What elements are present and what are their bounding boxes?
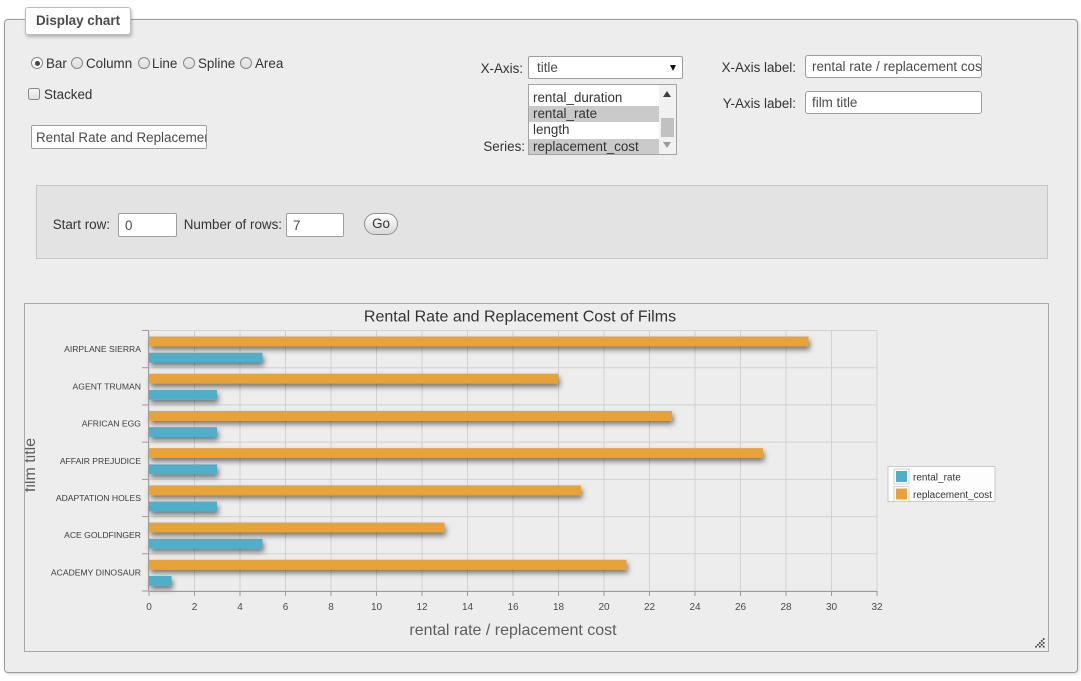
svg-text:32: 32 [871, 602, 883, 613]
svg-text:28: 28 [780, 602, 792, 613]
svg-text:2: 2 [192, 602, 198, 613]
svg-text:30: 30 [826, 602, 838, 613]
svg-text:replacement_cost: replacement_cost [913, 490, 992, 501]
svg-text:ACADEMY DINOSAUR: ACADEMY DINOSAUR [51, 567, 141, 577]
svg-text:8: 8 [328, 602, 334, 613]
svg-text:26: 26 [735, 602, 747, 613]
svg-text:AFFAIR PREJUDICE: AFFAIR PREJUDICE [60, 456, 141, 466]
svg-text:ACE GOLDFINGER: ACE GOLDFINGER [64, 530, 141, 540]
svg-text:AIRPLANE SIERRA: AIRPLANE SIERRA [64, 344, 141, 354]
svg-text:18: 18 [553, 602, 565, 613]
svg-text:20: 20 [598, 602, 610, 613]
svg-text:AGENT TRUMAN: AGENT TRUMAN [73, 381, 141, 391]
svg-text:film title: film title [25, 438, 39, 492]
svg-text:rental_rate: rental_rate [913, 473, 961, 484]
svg-text:14: 14 [462, 602, 474, 613]
svg-text:12: 12 [416, 602, 428, 613]
svg-text:AFRICAN EGG: AFRICAN EGG [82, 419, 142, 429]
svg-text:10: 10 [371, 602, 383, 613]
svg-text:24: 24 [689, 602, 701, 613]
svg-text:22: 22 [644, 602, 656, 613]
svg-text:rental rate / replacement cost: rental rate / replacement cost [409, 622, 617, 639]
svg-text:16: 16 [507, 602, 519, 613]
svg-text:0: 0 [146, 602, 152, 613]
svg-text:6: 6 [283, 602, 289, 613]
svg-text:ADAPTATION HOLES: ADAPTATION HOLES [56, 493, 141, 503]
svg-text:4: 4 [237, 602, 243, 613]
svg-text:Rental Rate and Replacement Co: Rental Rate and Replacement Cost of Film… [364, 309, 676, 326]
